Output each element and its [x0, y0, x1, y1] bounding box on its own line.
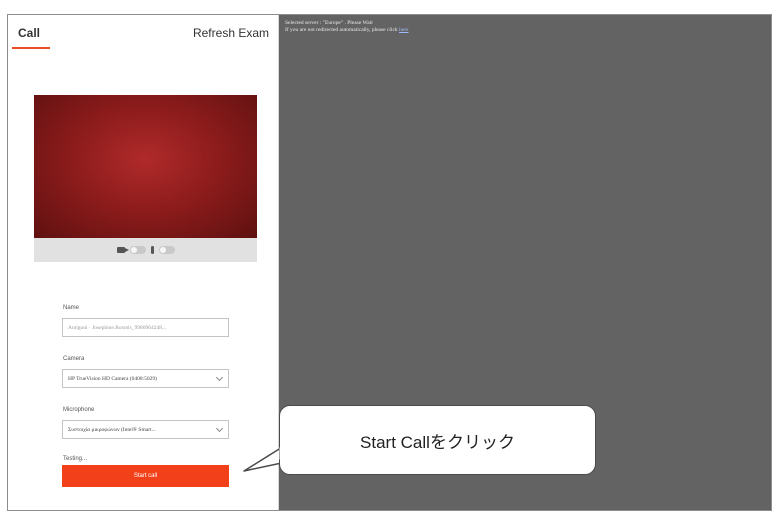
camera-select[interactable]: HP TrueVision HD Camera (0408:5029) [62, 369, 229, 388]
microphone-icon [150, 246, 154, 254]
name-field[interactable]: Antigoni · Josephine.Rosotis_9980964248.… [62, 318, 229, 337]
refresh-exam-link[interactable]: Refresh Exam [193, 26, 269, 40]
microphone-toggle[interactable] [158, 246, 175, 254]
camera-toggle[interactable] [129, 246, 146, 254]
video-controls [34, 238, 257, 262]
callout-annotation: Start Callをクリック [279, 405, 596, 475]
name-label: Name [63, 305, 80, 311]
microphone-select-value: Συστοιχία μικροφώνων (Intel® Smart... [68, 426, 156, 433]
microphone-label: Microphone [63, 407, 95, 413]
start-call-button[interactable]: Start call [62, 465, 229, 487]
video-preview [34, 95, 257, 238]
chevron-down-icon [215, 373, 224, 382]
microphone-select[interactable]: Συστοιχία μικροφώνων (Intel® Smart... [62, 420, 229, 439]
call-panel: Call Refresh Exam Name Antigoni · Joseph… [8, 15, 279, 510]
server-status-text: Selected server : "Europe" . Please Wait [285, 20, 373, 26]
redirect-link[interactable]: here [399, 27, 408, 33]
redirect-instruction: If you are not redirected automatically,… [285, 27, 398, 33]
testing-status: Testing... [63, 456, 88, 462]
redirect-message: Selected server : "Europe" . Please Wait… [285, 20, 409, 34]
chevron-down-icon [215, 424, 224, 433]
camera-select-value: HP TrueVision HD Camera (0408:5029) [68, 375, 157, 382]
redirect-text: If you are not redirected automatically,… [285, 27, 409, 34]
camera-icon [116, 247, 129, 253]
tab-active-indicator [12, 47, 50, 49]
camera-label: Camera [63, 356, 85, 362]
tab-call[interactable]: Call [18, 26, 40, 40]
